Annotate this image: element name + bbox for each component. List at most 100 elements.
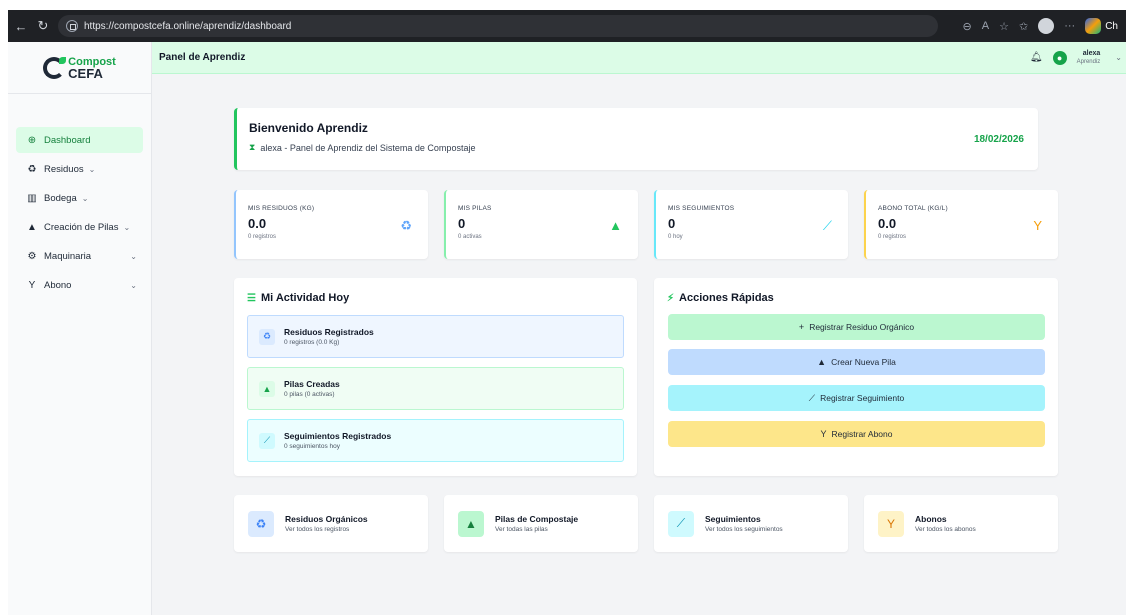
- activity-title: ☰ Mi Actividad Hoy: [247, 292, 624, 304]
- seedling-icon: Y: [820, 429, 827, 439]
- seedling-icon: Y: [878, 510, 904, 537]
- chevron-down-icon: ⌄: [130, 251, 137, 261]
- copilot-label[interactable]: Ch: [1105, 21, 1118, 32]
- logo[interactable]: Compost CEFA: [8, 42, 151, 94]
- user-role: Aprendiz: [1076, 58, 1101, 65]
- chevron-down-icon: ⌄: [130, 280, 137, 290]
- link-card-sub: Ver todos los abonos: [915, 526, 976, 533]
- button-label: Registrar Abono: [831, 429, 893, 439]
- activity-item-seguimientos[interactable]: ⟋ Seguimientos Registrados 0 seguimiento…: [247, 419, 624, 462]
- link-card-abonos[interactable]: Y Abonos Ver todos los abonos: [864, 495, 1058, 552]
- user-menu[interactable]: alexa Aprendiz: [1077, 50, 1101, 66]
- sidebar-item-abono[interactable]: Y Abono ⌄: [16, 272, 143, 298]
- url-text: https://compostcefa.online/aprendiz/dash…: [84, 20, 292, 32]
- quick-actions-title: ⚡︎ Acciones Rápidas: [667, 292, 1045, 304]
- gears-icon: ⚙: [27, 250, 37, 262]
- sidebar-item-label: Residuos: [44, 163, 84, 175]
- more-icon[interactable]: ···: [1064, 20, 1075, 32]
- register-seguimiento-button[interactable]: ⟋ Registrar Seguimiento: [668, 385, 1045, 411]
- address-bar[interactable]: https://compostcefa.online/aprendiz/dash…: [58, 15, 938, 37]
- sidebar-item-maquinaria[interactable]: ⚙ Maquinaria ⌄: [16, 243, 143, 269]
- chevron-down-icon: ⌄: [123, 222, 131, 232]
- read-aloud-icon[interactable]: A: [982, 20, 989, 32]
- list-icon: ☰: [247, 292, 256, 304]
- plus-icon: +: [798, 322, 805, 332]
- stat-card-abono: ABONO TOTAL (KG/L) 0.0 0 registros Y: [864, 190, 1058, 259]
- activity-item-text: Pilas Creadas 0 pilas (0 activas): [284, 379, 340, 398]
- welcome-card: Bienvenido Aprendiz ⧗ alexa - Panel de A…: [234, 108, 1038, 170]
- link-card-pilas[interactable]: ▲ Pilas de Compostaje Ver todas las pila…: [444, 495, 638, 552]
- link-card-sub: Ver todas las pilas: [495, 526, 548, 533]
- stat-subtext: 0 registros: [248, 234, 277, 240]
- bell-icon[interactable]: 🔔︎: [1030, 52, 1043, 63]
- activity-title-text: Mi Actividad Hoy: [260, 292, 350, 304]
- welcome-title: Bienvenido Aprendiz: [249, 121, 368, 135]
- stat-label: ABONO TOTAL (KG/L): [878, 205, 948, 212]
- stat-value: 0: [668, 216, 676, 231]
- chevron-down-icon[interactable]: ⌄: [1115, 53, 1122, 62]
- stat-label: MIS RESIDUOS (KG): [248, 205, 315, 212]
- lock-icon: [66, 20, 78, 32]
- activity-item-sub: 0 registros (0.0 Kg): [284, 339, 340, 346]
- triangle-icon: ▲: [817, 357, 827, 367]
- seedling-icon: Y: [1033, 218, 1042, 233]
- link-card-text: Residuos Orgánicos Ver todos los registr…: [285, 514, 368, 533]
- register-abono-button[interactable]: Y Registrar Abono: [668, 421, 1045, 447]
- link-card-seguimientos[interactable]: ⟋ Seguimientos Ver todos los seguimiento…: [654, 495, 848, 552]
- sidebar-item-creacion-pilas[interactable]: ▲ Creación de Pilas ⌄: [16, 214, 143, 240]
- activity-item-title: Pilas Creadas: [284, 379, 340, 389]
- avatar[interactable]: ●: [1052, 50, 1067, 65]
- user-name: alexa: [1082, 49, 1101, 57]
- activity-item-pilas[interactable]: ▲ Pilas Creadas 0 pilas (0 activas): [247, 367, 624, 410]
- link-card-sub: Ver todos los registros: [285, 526, 350, 533]
- top-header: Panel de Aprendiz 🔔︎ ● alexa Aprendiz ⌄: [152, 42, 1126, 74]
- sidebar-item-label: Dashboard: [44, 134, 91, 146]
- favorites-bar-icon[interactable]: ✩: [1019, 20, 1028, 33]
- triangle-icon: ▲: [609, 218, 622, 233]
- favorite-icon[interactable]: ☆: [999, 20, 1009, 33]
- sidebar-item-label: Bodega: [44, 192, 77, 204]
- welcome-subtitle: ⧗ alexa - Panel de Aprendiz del Sistema …: [249, 142, 1026, 153]
- sidebar-item-dashboard[interactable]: ⊕ Dashboard: [16, 127, 143, 153]
- page-title: Panel de Aprendiz: [159, 52, 246, 63]
- sidebar-item-label: Maquinaria: [44, 250, 91, 262]
- back-icon[interactable]: ←: [12, 19, 30, 34]
- create-pila-button[interactable]: ▲ Crear Nueva Pila: [668, 349, 1045, 375]
- reload-icon[interactable]: ↻: [34, 18, 52, 34]
- sidebar: Compost CEFA ⊕ Dashboard ♻ Residuos ⌄ ▥ …: [8, 42, 152, 615]
- browser-toolbar: ← ↻ https://compostcefa.online/aprendiz/…: [8, 10, 1126, 42]
- sidebar-item-label: Abono: [44, 279, 72, 291]
- activity-item-residuos[interactable]: ♻ Residuos Registrados 0 registros (0.0 …: [247, 315, 624, 358]
- recycle-icon: ♻: [27, 163, 37, 175]
- button-label: Registrar Seguimiento: [820, 393, 905, 403]
- header-actions: 🔔︎ ● alexa Aprendiz ⌄: [1030, 50, 1122, 66]
- chevron-down-icon: ⌄: [81, 193, 89, 203]
- zoom-icon[interactable]: ⊖: [963, 20, 972, 33]
- sidebar-item-bodega[interactable]: ▥ Bodega ⌄: [16, 185, 143, 211]
- activity-item-title: Residuos Registrados: [284, 327, 374, 337]
- activity-item-sub: 0 seguimientos hoy: [284, 443, 341, 450]
- activity-item-text: Residuos Registrados 0 registros (0.0 Kg…: [284, 327, 374, 346]
- welcome-subtitle-text: alexa - Panel de Aprendiz del Sistema de…: [260, 142, 476, 153]
- link-card-text: Pilas de Compostaje Ver todas las pilas: [495, 514, 578, 533]
- browser-actions: ⊖ A ☆ ✩ ··· Ch: [963, 18, 1118, 34]
- activity-item-text: Seguimientos Registrados 0 seguimientos …: [284, 431, 391, 450]
- stat-card-residuos: MIS RESIDUOS (KG) 0.0 0 registros ♻: [234, 190, 428, 259]
- stat-subtext: 0 registros: [878, 234, 907, 240]
- recycle-icon: ♻: [400, 218, 412, 233]
- link-card-title: Residuos Orgánicos: [285, 514, 368, 524]
- sidebar-item-residuos[interactable]: ♻ Residuos ⌄: [16, 156, 143, 182]
- profile-icon[interactable]: [1038, 18, 1055, 34]
- link-card-residuos[interactable]: ♻ Residuos Orgánicos Ver todos los regis…: [234, 495, 428, 552]
- stat-subtext: 0 activas: [458, 234, 482, 240]
- chart-line-icon: ⟋: [808, 392, 816, 403]
- recycle-icon: ♻: [259, 328, 275, 345]
- sidebar-menu: ⊕ Dashboard ♻ Residuos ⌄ ▥ Bodega ⌄ ▲ Cr…: [8, 127, 151, 298]
- triangle-icon: ▲: [458, 510, 484, 537]
- chevron-down-icon: ⌄: [88, 164, 96, 174]
- activity-card: ☰ Mi Actividad Hoy ♻ Residuos Registrado…: [234, 278, 637, 476]
- quick-actions-card: ⚡︎ Acciones Rápidas + Registrar Residuo …: [654, 278, 1058, 476]
- link-card-title: Seguimientos: [705, 514, 761, 524]
- copilot-icon[interactable]: [1085, 18, 1102, 34]
- register-residuo-button[interactable]: + Registrar Residuo Orgánico: [668, 314, 1045, 340]
